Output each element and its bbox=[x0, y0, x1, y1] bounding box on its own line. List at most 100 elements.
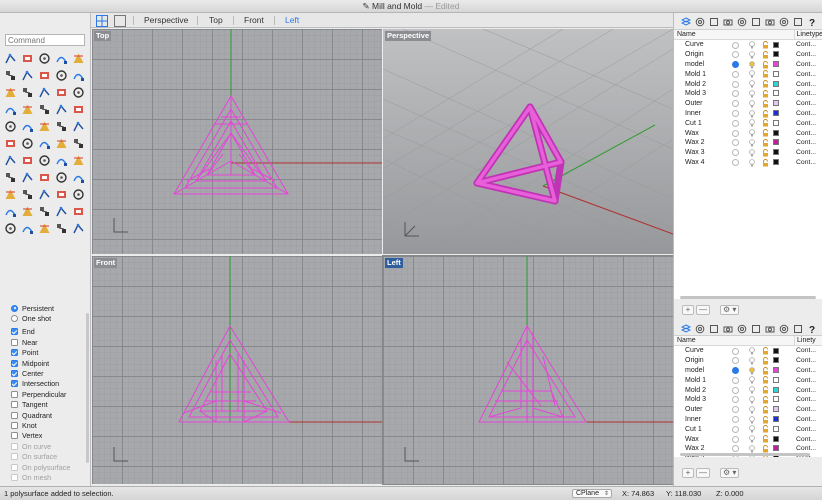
layers-hscroll-upper[interactable] bbox=[680, 296, 816, 299]
layer-row[interactable]: Curve Cont... bbox=[674, 346, 822, 356]
layer-row[interactable]: Wax 3 Cont... bbox=[674, 148, 822, 158]
lightbulb-icon[interactable] bbox=[749, 376, 755, 384]
explode-tool-icon[interactable] bbox=[53, 136, 69, 151]
layer-color-swatch[interactable] bbox=[773, 406, 779, 413]
layer-color-swatch[interactable] bbox=[773, 129, 779, 136]
checkbox-icon[interactable] bbox=[11, 338, 18, 346]
checkbox-icon[interactable] bbox=[11, 442, 18, 450]
named-view-icon[interactable] bbox=[792, 17, 803, 28]
current-layer-radio[interactable] bbox=[732, 70, 739, 78]
osnap-on-mesh[interactable]: On mesh bbox=[3, 472, 89, 482]
osnap-point[interactable]: Point bbox=[3, 348, 89, 358]
current-layer-radio[interactable] bbox=[732, 416, 739, 424]
lightbulb-icon[interactable] bbox=[749, 386, 755, 394]
offset-tool-icon[interactable] bbox=[70, 85, 86, 100]
radio-icon[interactable] bbox=[11, 304, 18, 312]
camera-icon[interactable] bbox=[736, 324, 747, 335]
sweep-tool-icon[interactable] bbox=[53, 119, 69, 134]
layer-color-swatch[interactable] bbox=[773, 435, 779, 442]
boolean-union-tool-icon[interactable] bbox=[2, 136, 18, 151]
lock-icon[interactable] bbox=[762, 425, 769, 433]
lightbulb-icon[interactable] bbox=[749, 139, 755, 147]
lock-icon[interactable] bbox=[762, 415, 769, 424]
dimension-tool-icon[interactable] bbox=[53, 170, 69, 185]
osnap-quadrant[interactable]: Quadrant bbox=[3, 410, 89, 420]
render-icon[interactable] bbox=[750, 324, 761, 335]
layer-color-swatch[interactable] bbox=[773, 51, 779, 58]
layer-row[interactable]: Wax 2 Cont... bbox=[674, 138, 822, 148]
single-layout-icon[interactable] bbox=[114, 13, 126, 28]
patch-tool-icon[interactable] bbox=[70, 119, 86, 134]
current-layer-radio[interactable] bbox=[732, 51, 739, 59]
lock-icon[interactable] bbox=[762, 119, 769, 127]
current-layer-radio[interactable] bbox=[732, 435, 739, 443]
grid-layout-icon[interactable] bbox=[96, 13, 108, 28]
lock-icon[interactable] bbox=[762, 376, 769, 384]
osnap-scrollbar[interactable] bbox=[86, 313, 89, 463]
current-layer-radio[interactable] bbox=[732, 119, 739, 127]
osnap-tangent[interactable]: Tangent bbox=[3, 400, 89, 410]
current-layer-radio[interactable] bbox=[732, 90, 739, 98]
layer-row[interactable]: Inner Cont... bbox=[674, 415, 822, 425]
circle-tool-icon[interactable] bbox=[53, 68, 69, 83]
current-layer-radio[interactable] bbox=[732, 386, 739, 394]
viewport-perspective[interactable]: Perspective bbox=[383, 29, 673, 254]
polyline-tool-icon[interactable] bbox=[53, 51, 69, 66]
split-tool-icon[interactable] bbox=[36, 85, 52, 100]
layer-row[interactable]: Outer Cont... bbox=[674, 405, 822, 415]
current-layer-radio[interactable] bbox=[732, 376, 739, 384]
lightbulb-icon[interactable] bbox=[749, 99, 755, 108]
hide-tool-icon[interactable] bbox=[36, 187, 52, 202]
lightbulb-icon[interactable] bbox=[749, 41, 755, 49]
layer-row[interactable]: model Cont... bbox=[674, 366, 822, 376]
osnap-vertex[interactable]: Vertex bbox=[3, 431, 89, 441]
osnap-on-curve[interactable]: On curve bbox=[3, 441, 89, 451]
lock-icon[interactable] bbox=[762, 148, 769, 157]
line-tool-icon[interactable] bbox=[36, 51, 52, 66]
layer-color-swatch[interactable] bbox=[773, 70, 779, 77]
layer-row[interactable]: Mold 2 Cont... bbox=[674, 79, 822, 89]
tab-perspective[interactable]: Perspective bbox=[144, 13, 188, 28]
checkbox-icon[interactable] bbox=[11, 370, 18, 378]
layer-color-swatch[interactable] bbox=[773, 376, 779, 383]
layer-color-swatch[interactable] bbox=[773, 149, 779, 156]
viewport-top[interactable]: Top bbox=[92, 29, 382, 254]
osnap-intersection[interactable]: Intersection bbox=[3, 379, 89, 389]
render-icon[interactable] bbox=[750, 17, 761, 28]
tab-top[interactable]: Top bbox=[209, 13, 223, 28]
checkbox-icon[interactable] bbox=[11, 411, 18, 419]
layer-row[interactable]: Wax Cont... bbox=[674, 434, 822, 444]
lock-icon[interactable] bbox=[762, 99, 769, 108]
layer-color-swatch[interactable] bbox=[773, 347, 779, 354]
move-tool-icon[interactable] bbox=[2, 153, 18, 168]
lightbulb-icon[interactable] bbox=[749, 80, 755, 88]
current-layer-radio[interactable] bbox=[732, 129, 739, 137]
lock-icon[interactable] bbox=[762, 366, 769, 375]
zoom-tool-icon[interactable] bbox=[2, 187, 18, 202]
layer-row[interactable]: model Cont... bbox=[674, 60, 822, 70]
layer-color-swatch[interactable] bbox=[773, 119, 779, 126]
pan-tool-icon[interactable] bbox=[19, 187, 35, 202]
current-layer-radio[interactable] bbox=[732, 396, 739, 404]
current-layer-radio[interactable] bbox=[732, 149, 739, 157]
layer-color-swatch[interactable] bbox=[773, 386, 779, 393]
loft-tool-icon[interactable] bbox=[19, 119, 35, 134]
lock-icon[interactable] bbox=[762, 80, 769, 88]
lock-icon[interactable] bbox=[762, 90, 769, 98]
current-layer-radio[interactable] bbox=[732, 110, 739, 118]
polygon-tool-icon[interactable] bbox=[36, 68, 52, 83]
lock-icon[interactable] bbox=[762, 356, 769, 365]
help-icon[interactable]: ? bbox=[806, 17, 817, 28]
materials-icon[interactable] bbox=[694, 324, 705, 335]
show-tool-icon[interactable] bbox=[53, 187, 69, 202]
fillet-curves-tool-icon[interactable] bbox=[2, 85, 18, 100]
layer-color-swatch[interactable] bbox=[773, 90, 779, 97]
copy-tool-icon[interactable] bbox=[19, 153, 35, 168]
curve-tool-icon[interactable] bbox=[70, 51, 86, 66]
layers-hscroll-lower[interactable] bbox=[680, 453, 810, 456]
lock-icon[interactable] bbox=[762, 347, 769, 355]
checkbox-icon[interactable] bbox=[11, 473, 18, 481]
layer-row[interactable]: Mold 3 Cont... bbox=[674, 89, 822, 99]
tab-front[interactable]: Front bbox=[244, 13, 264, 28]
lock-icon[interactable] bbox=[762, 445, 769, 453]
